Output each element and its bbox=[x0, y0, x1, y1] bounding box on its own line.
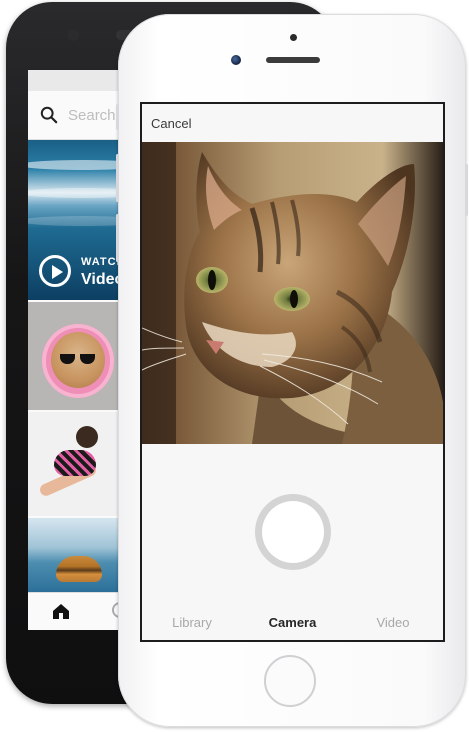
bottom-tab-bar bbox=[28, 592, 130, 630]
shutter-area bbox=[142, 444, 443, 604]
volume-down-button bbox=[116, 214, 119, 262]
pink-mirror-image bbox=[42, 324, 114, 398]
cancel-button[interactable]: Cancel bbox=[151, 116, 191, 131]
mirror-dog-tile[interactable] bbox=[28, 302, 130, 410]
proximity-sensor bbox=[290, 34, 297, 41]
camera-header: Cancel bbox=[142, 104, 443, 142]
camera-preview bbox=[142, 142, 443, 444]
shutter-button[interactable] bbox=[262, 501, 324, 563]
sunglasses-image bbox=[60, 354, 96, 364]
dog-held-tile[interactable] bbox=[28, 412, 130, 516]
beach-burger-tile[interactable] bbox=[28, 518, 130, 592]
tab-library[interactable]: Library bbox=[142, 615, 242, 630]
volume-up-button bbox=[116, 154, 119, 202]
tab-camera[interactable]: Camera bbox=[243, 615, 343, 630]
home-button[interactable] bbox=[264, 655, 316, 707]
dog-head-image bbox=[76, 426, 98, 448]
back-phone-screen: Search WATCH Video bbox=[28, 70, 130, 630]
dog-face-image bbox=[51, 332, 105, 388]
dog-body-image bbox=[54, 450, 96, 476]
back-phone-camera bbox=[67, 29, 79, 41]
video-tile[interactable]: WATCH Video bbox=[28, 140, 130, 300]
front-phone: Cancel Library Camera Video bbox=[116, 14, 468, 727]
play-icon[interactable] bbox=[39, 255, 71, 287]
earpiece-speaker bbox=[266, 57, 320, 63]
search-icon bbox=[40, 106, 58, 124]
power-button bbox=[465, 164, 468, 216]
wave-decoration bbox=[28, 160, 130, 170]
camera-screen: Cancel Library Camera Video bbox=[140, 102, 445, 642]
mode-tab-bar: Library Camera Video bbox=[142, 604, 443, 640]
status-bar bbox=[28, 70, 130, 91]
search-bar[interactable]: Search bbox=[28, 91, 130, 140]
front-camera bbox=[231, 55, 241, 65]
cat-photo bbox=[142, 142, 443, 444]
mute-switch bbox=[116, 104, 119, 130]
search-placeholder: Search bbox=[68, 106, 116, 124]
wave-decoration bbox=[28, 216, 130, 226]
tab-video[interactable]: Video bbox=[343, 615, 443, 630]
wave-decoration bbox=[28, 188, 130, 198]
home-icon[interactable] bbox=[52, 603, 70, 619]
burger-image bbox=[56, 556, 102, 582]
